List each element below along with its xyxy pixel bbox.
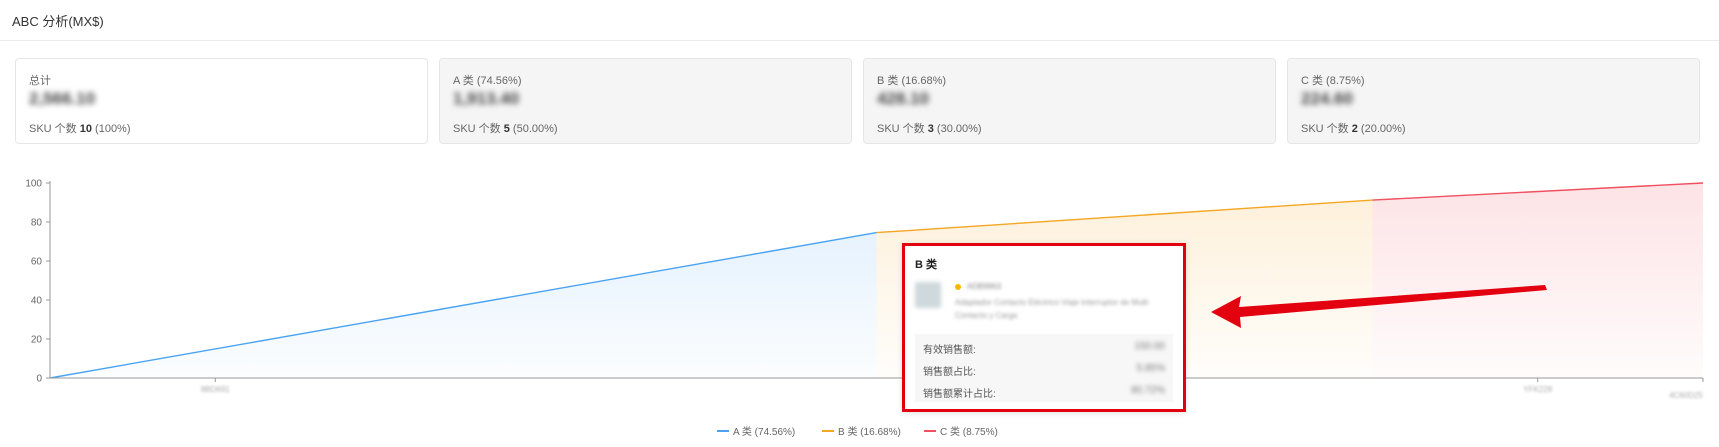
annotation-arrow	[1211, 285, 1547, 328]
y-tick-label: 20	[31, 335, 43, 346]
y-tick-label: 40	[31, 296, 43, 307]
tooltip-title: B 类	[915, 259, 937, 271]
x-tick-label: 8BD691	[201, 385, 230, 394]
tooltip-product-name: Adaptador Contacto Eléctrico Viaje Inter…	[955, 298, 1149, 320]
card-label: A 类 (74.56%)	[453, 75, 522, 87]
y-axis: 0 20 40 60 80 100	[25, 179, 51, 385]
summary-card-b[interactable]: B 类 (16.68%) 428.10 SKU 个数 3 (30.00%)	[863, 58, 1276, 144]
tooltip-sku: ADB9963	[967, 282, 1002, 291]
legend-item-c[interactable]: C 类 (8.75%)	[924, 423, 998, 438]
card-label: B 类 (16.68%)	[877, 75, 947, 87]
card-label: C 类 (8.75%)	[1301, 75, 1365, 87]
card-value: 428.10	[877, 89, 929, 108]
card-value: 1,913.40	[453, 89, 520, 108]
y-tick-label: 100	[25, 179, 42, 190]
summary-card-c[interactable]: C 类 (8.75%) 224.60 SKU 个数 2 (20.00%)	[1287, 58, 1700, 144]
card-value: 224.60	[1301, 89, 1353, 108]
tooltip-row: 销售额累计占比: 80.72%	[923, 385, 1165, 400]
tooltip-metrics: 有效销售额: 150.00 销售额占比: 5.85% 销售额累计占比: 80.72%	[915, 334, 1173, 402]
legend-label: A 类 (74.56%)	[733, 427, 796, 438]
y-tick-label: 60	[31, 257, 43, 268]
legend-label: C 类 (8.75%)	[940, 427, 998, 438]
tooltip-row: 有效销售额: 150.00	[923, 341, 1165, 356]
card-sku-count: SKU 个数 10 (100%)	[29, 123, 131, 135]
legend-line-icon	[924, 429, 936, 432]
legend-line-icon	[717, 429, 729, 432]
x-tick-label: YFK228	[1523, 385, 1552, 394]
summary-cards: 总计 2,566.10 SKU 个数 10 (100%) A 类 (74.56%…	[15, 58, 1701, 146]
card-sku-count: SKU 个数 3 (30.00%)	[877, 123, 982, 135]
x-axis: 8BD691 YFK228 4C60D25	[50, 377, 1704, 400]
legend-item-b[interactable]: B 类 (16.68%)	[822, 423, 901, 438]
summary-card-total: 总计 2,566.10 SKU 个数 10 (100%)	[15, 58, 428, 144]
legend-label: B 类 (16.68%)	[838, 427, 901, 438]
chart-tooltip: B 类 ADB9963 Adaptador Contacto Eléctrico…	[902, 243, 1186, 412]
product-thumbnail	[915, 282, 941, 308]
card-label: 总计	[29, 75, 51, 87]
tooltip-row: 销售额占比: 5.85%	[923, 363, 1165, 378]
category-dot-icon	[955, 284, 961, 290]
legend-line-icon	[822, 429, 834, 432]
y-tick-label: 80	[31, 218, 43, 229]
page-title: ABC 分析(MX$)	[12, 14, 104, 29]
legend-item-a[interactable]: A 类 (74.56%)	[717, 423, 795, 438]
page-header: ABC 分析(MX$)	[0, 0, 1719, 41]
card-value: 2,566.10	[29, 89, 96, 108]
y-tick-label: 0	[36, 374, 42, 385]
chart-legend: A 类 (74.56%) B 类 (16.68%) C 类 (8.75%)	[0, 423, 1719, 438]
card-sku-count: SKU 个数 2 (20.00%)	[1301, 123, 1406, 135]
summary-card-a[interactable]: A 类 (74.56%) 1,913.40 SKU 个数 5 (50.00%)	[439, 58, 852, 144]
x-tick-label: 4C60D25	[1669, 391, 1703, 400]
card-sku-count: SKU 个数 5 (50.00%)	[453, 123, 558, 135]
